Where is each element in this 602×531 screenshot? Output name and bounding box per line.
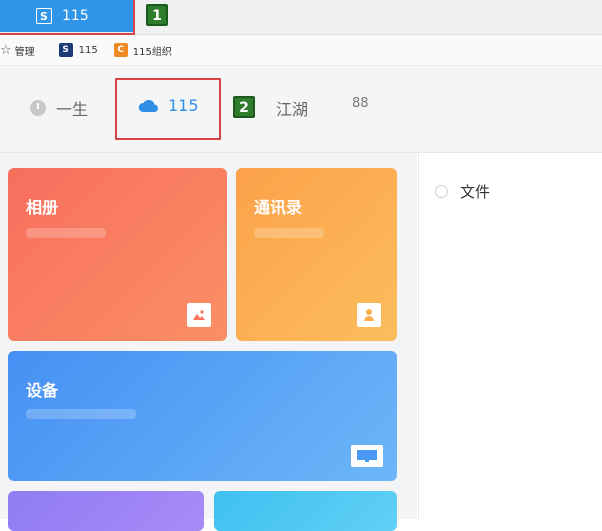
nav-item-life-label: 一生 <box>56 100 89 119</box>
card-purple[interactable] <box>8 491 204 531</box>
card-album-title: 相册 <box>26 198 59 217</box>
card-device-subtext <box>26 409 136 419</box>
card-device[interactable]: 设备 <box>8 351 397 481</box>
contact-icon <box>357 303 381 327</box>
app-launcher-panel: 相册 通讯录 设备 <box>0 153 417 531</box>
browser-tab-115[interactable]: S 115 <box>0 0 135 32</box>
browser-tab-label: 115 <box>62 8 89 24</box>
highlight-box-2 <box>115 78 221 140</box>
nav-item-life[interactable]: 一生 <box>30 96 88 120</box>
star-icon: ☆ <box>0 42 12 58</box>
org-logo-icon: C <box>113 43 128 57</box>
card-cyan[interactable] <box>214 491 397 531</box>
nav-item-jianghu[interactable]: 江湖 <box>276 96 308 120</box>
radio-button[interactable] <box>435 185 448 198</box>
bookmark-manage[interactable]: ☆ 管理 <box>0 43 35 58</box>
card-contacts-subtext <box>254 228 324 238</box>
monitor-icon <box>351 445 383 467</box>
apps-grid-icon: 88 <box>352 96 369 111</box>
bookmark-115[interactable]: S 115 <box>58 43 98 57</box>
apps-grid-button[interactable]: 88 <box>352 96 369 111</box>
card-album-subtext <box>26 228 106 238</box>
image-icon <box>187 303 211 327</box>
browser-tab-strip: S 115 1 <box>0 0 602 35</box>
bookmark-115-org-label: 115组织 <box>132 46 172 58</box>
card-device-title: 设备 <box>26 381 59 400</box>
right-panel: 文件 <box>418 153 602 519</box>
file-option-label: 文件 <box>460 183 491 201</box>
app-nav-bar: 一生 115 江湖 88 <box>0 66 602 153</box>
card-album[interactable]: 相册 <box>8 168 227 341</box>
bookmark-115-label: 115 <box>78 44 98 56</box>
annotation-badge-2: 2 <box>233 96 255 118</box>
file-option[interactable]: 文件 <box>435 181 490 202</box>
115-logo-icon: S <box>58 43 73 57</box>
115-logo-icon: S <box>36 8 52 24</box>
annotation-badge-1: 1 <box>146 4 168 26</box>
card-contacts-title: 通讯录 <box>254 198 303 217</box>
clock-icon <box>30 100 46 116</box>
bookmark-115-org[interactable]: C 115组织 <box>113 43 172 58</box>
nav-item-jianghu-label: 江湖 <box>276 100 309 119</box>
bookmark-manage-label: 管理 <box>14 46 35 58</box>
card-contacts[interactable]: 通讯录 <box>236 168 397 341</box>
bookmarks-bar: ☆ 管理 S 115 C 115组织 <box>0 35 602 66</box>
